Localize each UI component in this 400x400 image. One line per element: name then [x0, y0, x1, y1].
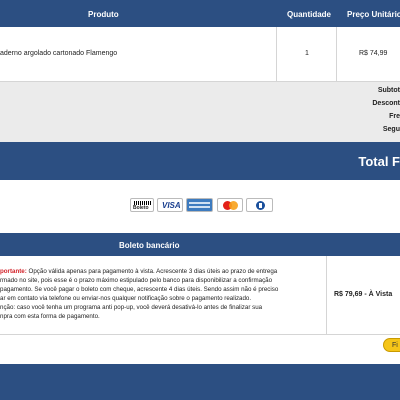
important-label: portante:	[0, 268, 27, 275]
boleto-price: R$ 79,69 - À Vista	[334, 291, 393, 298]
product-column-header: Produto	[88, 10, 119, 19]
page-footer	[0, 364, 400, 400]
visa-payment-icon[interactable]: VISA	[157, 198, 183, 212]
boleto-info-line-6: npra com esta forma de pagamento.	[0, 313, 100, 320]
boleto-info: portante: Opção válida apenas para pagam…	[0, 267, 324, 321]
mastercard-payment-icon[interactable]	[217, 198, 243, 212]
item-price: R$ 74,99	[359, 50, 388, 57]
subtotal-label: Subtot	[377, 87, 400, 94]
boleto-section: portante: Opção válida apenas para pagam…	[0, 256, 400, 364]
item-quantity: 1	[305, 50, 309, 57]
cart-table-header: Produto Quantidade Preço Unitário	[0, 0, 400, 27]
boleto-bottom-rule	[0, 334, 400, 335]
boleto-payment-icon[interactable]: Boleto	[130, 198, 154, 212]
unit-price-column-header: Preço Unitário	[347, 10, 400, 19]
boleto-divider	[326, 256, 327, 334]
boleto-section-header: Boleto bancário	[0, 233, 400, 256]
order-totals: Subtot Descont Fre Segu	[0, 82, 400, 142]
cart-item-row: aderno argolado cartonado Flamengo 1 R$ …	[0, 27, 400, 82]
boleto-title: Boleto bancário	[119, 241, 180, 250]
shipping-label: Fre	[389, 113, 400, 120]
boleto-info-line-1: Opção válida apenas para pagamento à vis…	[26, 268, 278, 275]
boleto-info-line-2: rmado no site, pois esse é o prazo máxim…	[0, 277, 273, 284]
total-label: Total F	[358, 154, 400, 169]
boleto-info-line-5: nção: caso você tenha um programa anti p…	[0, 304, 263, 311]
boleto-info-line-3: pagamento. Se você pagar o boleto com ch…	[0, 286, 279, 293]
insurance-label: Segu	[382, 126, 400, 133]
diners-payment-icon[interactable]	[246, 198, 273, 212]
amex-payment-icon[interactable]	[186, 198, 213, 212]
quantity-column-header: Quantidade	[287, 10, 332, 19]
total-bar: Total F	[0, 142, 400, 180]
finish-button[interactable]: Fi	[383, 338, 400, 352]
discount-label: Descont	[372, 100, 400, 107]
item-name[interactable]: aderno argolado cartonado Flamengo	[0, 50, 117, 57]
boleto-info-line-4: ar em contato via telefone ou enviar-nos…	[0, 295, 252, 302]
